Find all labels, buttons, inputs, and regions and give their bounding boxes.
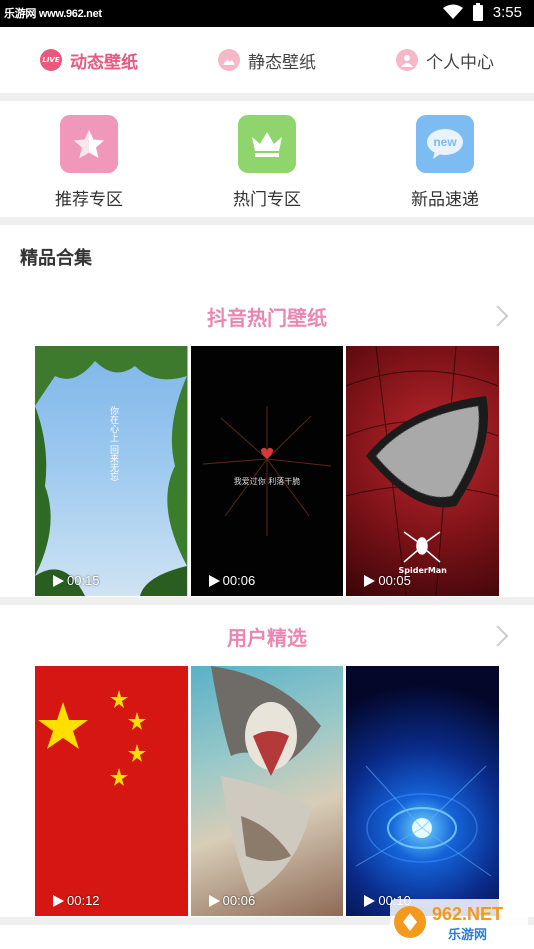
play-icon [364, 894, 376, 907]
play-icon [53, 894, 64, 907]
section-title: 精品合集 [20, 248, 92, 269]
tab-label: 个人中心 [426, 52, 494, 73]
quick-link-label: 热门专区 [233, 190, 301, 210]
live-icon: LIVE [40, 49, 62, 71]
collection-title: 用户精选 [227, 625, 307, 650]
chevron-right-icon[interactable] [494, 624, 510, 648]
collection-grid: 00:12 00:06 00:10 [35, 666, 500, 916]
collection-title: 抖音热门壁纸 [207, 305, 327, 330]
status-icons: 3:55 [442, 3, 522, 21]
crown-icon [238, 115, 296, 173]
site-watermark: 962.NET 乐游网 [390, 899, 528, 945]
tab-label: 动态壁纸 [70, 52, 138, 73]
flag-image [38, 690, 146, 786]
collection-header[interactable]: 用户精选 [0, 616, 534, 656]
spiderman-mask-image [346, 346, 499, 596]
status-bar: 乐游网 www.962.net 3:55 [0, 0, 534, 27]
chevron-right-icon[interactable] [494, 304, 510, 328]
battery-icon [472, 3, 483, 21]
divider [0, 217, 534, 225]
quick-link-label: 新品速递 [411, 190, 479, 210]
play-icon [364, 574, 376, 587]
wallpaper-thumbnail[interactable]: 00:12 [35, 666, 188, 916]
duration-badge: 00:05 [362, 573, 411, 588]
duration-badge: 00:06 [207, 573, 255, 588]
wallpaper-thumbnail[interactable]: 00:06 [190, 666, 344, 916]
quick-links: 推荐专区 热门专区 new 新品速递 [0, 101, 534, 217]
duration-badge: 00:06 [207, 893, 255, 908]
tab-static-wallpaper[interactable]: 静态壁纸 [178, 27, 356, 93]
wallpaper-caption: 你在心上 回来无忘 [108, 406, 118, 481]
svg-text:new: new [433, 135, 457, 149]
star-icon [60, 115, 118, 173]
quick-link-hot[interactable]: 热门专区 [178, 101, 356, 217]
tab-personal-center[interactable]: 个人中心 [356, 27, 534, 93]
quick-link-recommended[interactable]: 推荐专区 [0, 101, 178, 217]
play-icon [208, 574, 220, 587]
divider [0, 597, 534, 605]
top-nav: LIVE 动态壁纸 静态壁纸 个人中心 [0, 27, 534, 93]
illustration-image [210, 666, 321, 896]
wallpaper-thumbnail[interactable]: 我爱过你 利落干脆 00:06 [190, 346, 344, 596]
wallpaper-caption: 我爱过你 利落干脆 [233, 477, 301, 486]
quick-link-label: 推荐专区 [55, 190, 123, 210]
new-icon: new [416, 115, 474, 173]
wifi-icon [442, 4, 463, 19]
quick-link-new[interactable]: new 新品速递 [356, 101, 534, 217]
wallpaper-thumbnail[interactable]: 你在心上 回来无忘 00:15 [35, 346, 188, 596]
play-icon [208, 894, 220, 907]
play-icon [53, 574, 64, 587]
particle-burst-image [190, 346, 343, 596]
wallpaper-thumbnail[interactable]: 00:10 [346, 666, 500, 916]
clock: 3:55 [492, 3, 522, 21]
svg-text:乐游网: 乐游网 [448, 927, 487, 943]
collection-grid: 你在心上 回来无忘 00:15 我爱过你 利落干脆 00:06 SpiderMa… [35, 346, 500, 596]
collection-header[interactable]: 抖音热门壁纸 [0, 296, 534, 336]
wallpaper-thumbnail[interactable]: SpiderMan 00:05 [346, 346, 500, 596]
image-icon [218, 49, 240, 71]
divider [0, 93, 534, 101]
watermark-text: 乐游网 www.962.net [4, 8, 102, 20]
tab-live-wallpaper[interactable]: LIVE 动态壁纸 [0, 27, 178, 93]
vortex-image [356, 765, 492, 877]
svg-text:962.NET: 962.NET [432, 904, 503, 924]
person-icon [396, 49, 418, 71]
duration-badge: 00:12 [51, 893, 100, 908]
tab-label: 静态壁纸 [248, 52, 316, 73]
duration-badge: 00:15 [51, 573, 100, 588]
